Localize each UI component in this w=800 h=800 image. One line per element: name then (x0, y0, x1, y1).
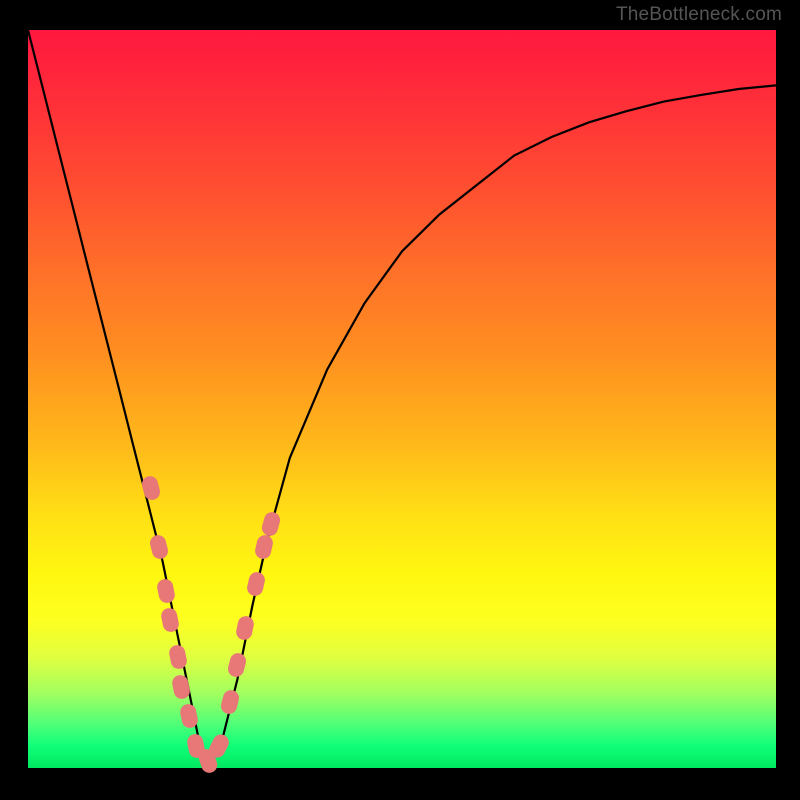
chart-container: TheBottleneck.com (0, 0, 800, 800)
plot-area (28, 30, 776, 768)
bottleneck-curve (28, 30, 776, 768)
curve-svg (28, 30, 776, 768)
watermark-text: TheBottleneck.com (616, 4, 782, 26)
